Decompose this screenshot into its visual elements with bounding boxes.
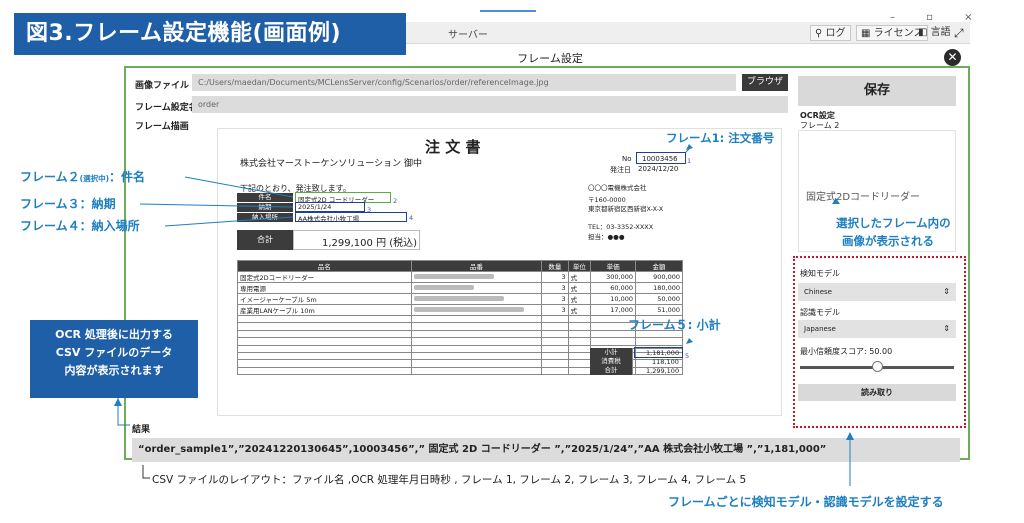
- csv-callout-line1: OCR 処理後に出力する: [55, 328, 173, 341]
- frame-1-annotation: フレーム1: 注文番号: [666, 131, 775, 145]
- csv-callout: OCR 処理後に出力する CSV ファイルのデータ 内容が表示されます: [30, 320, 198, 398]
- csv-layout-note: CSV ファイルのレイアウト：ファイル名 ,OCR 処理年月日時秒 , フレーム…: [152, 474, 747, 486]
- frame-3-annotation: フレーム３：納期: [20, 197, 116, 211]
- frame-2-annotation: フレーム２(選択中)：件名: [20, 170, 146, 184]
- annotation-lines: [114, 144, 854, 486]
- preview-annotation-line2: 画像が表示される: [842, 234, 934, 248]
- frame-4-annotation: フレーム４：納入場所: [20, 219, 140, 233]
- frame-5-annotation: フレーム５: 小計: [628, 318, 721, 332]
- preview-annotation-line1: 選択したフレーム内の: [836, 216, 951, 230]
- csv-callout-line3: 内容が表示されます: [64, 364, 164, 377]
- csv-callout-line2: CSV ファイルのデータ: [55, 346, 173, 359]
- model-setting-annotation: フレームごとに検知モデル・認識モデルを設定する: [668, 495, 944, 509]
